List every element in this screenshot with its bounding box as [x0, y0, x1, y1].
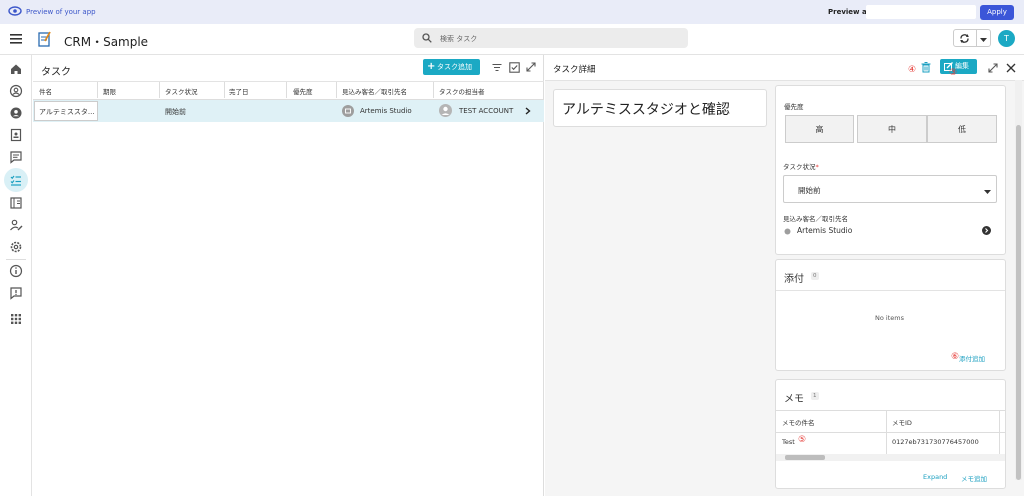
status-label: タスク状況* — [783, 163, 819, 171]
memo-column-subject[interactable]: メモの件名 — [782, 417, 815, 427]
column-header-subject[interactable]: 件名 — [39, 86, 52, 96]
account-value[interactable]: Artemis Studio — [797, 226, 852, 235]
user-edit-icon[interactable] — [8, 217, 24, 233]
sidebar — [0, 55, 32, 496]
preview-as-input[interactable] — [866, 5, 976, 19]
contact-card-icon[interactable] — [8, 127, 24, 143]
caret-down-icon — [980, 36, 987, 45]
sync-icon — [959, 33, 970, 46]
edit-label: 編集 — [955, 62, 969, 70]
row-account: Artemis Studio — [360, 107, 412, 115]
detail-title: タスク詳細 — [553, 65, 596, 75]
user-avatar[interactable]: T — [998, 30, 1015, 47]
attachments-card: 添付 0 No items ⑥ 添付追加 — [775, 259, 1006, 371]
eye-icon — [8, 5, 22, 19]
column-header-status[interactable]: タスク状況 — [165, 86, 198, 96]
column-header-priority[interactable]: 優先度 — [293, 86, 313, 96]
attachments-empty-text: No items — [875, 314, 904, 322]
checkbox-icon[interactable] — [509, 62, 520, 75]
memo-card: メモ 1 メモの件名 メモID Test ⑤ 0127eb73173077645… — [775, 379, 1006, 489]
app-header: CRM・Sample 検索 タスク T — [0, 24, 1024, 55]
task-list-panel: タスク + タスク追加 件名 期限 タスク状況 完了日 優先度 見込み客名／取引… — [33, 55, 544, 496]
memo-row-subject[interactable]: Test — [782, 438, 795, 446]
memo-title: メモ — [784, 394, 804, 405]
expand-icon[interactable] — [526, 62, 536, 74]
user-circle-icon[interactable] — [8, 83, 24, 99]
search-input[interactable]: 検索 タスク — [414, 28, 688, 48]
attachments-count-badge: 0 — [811, 272, 819, 280]
notepad-icon — [38, 31, 52, 49]
marker-3: ③ — [949, 68, 958, 78]
task-list-title: タスク — [41, 67, 71, 78]
priority-low-button[interactable]: 低 — [927, 115, 997, 143]
circle-arrow-right-icon[interactable] — [982, 226, 991, 237]
column-header-account[interactable]: 見込み客名／取引先名 — [342, 86, 407, 96]
status-value: 開始前 — [798, 186, 821, 195]
home-icon[interactable] — [8, 61, 24, 77]
task-list-icon[interactable] — [8, 172, 24, 188]
owner-avatar-icon — [439, 104, 452, 119]
add-memo-link[interactable]: メモ追加 — [961, 473, 987, 483]
expand-link[interactable]: Expand — [923, 473, 947, 481]
marker-5: ⑤ — [798, 435, 807, 445]
search-icon — [422, 33, 432, 45]
feedback-icon[interactable] — [8, 285, 24, 301]
task-name: アルテミススタジオと確認 — [562, 102, 730, 118]
app-title: CRM・Sample — [64, 35, 149, 49]
add-attachment-link[interactable]: 添付追加 — [959, 353, 985, 363]
plus-icon: + — [427, 61, 436, 72]
column-header-done-date[interactable]: 完了日 — [229, 86, 249, 96]
trash-icon[interactable] — [921, 62, 931, 75]
row-subject: アルテミススタ... — [39, 108, 95, 116]
chevron-right-icon[interactable] — [525, 107, 531, 117]
priority-high-button[interactable]: 高 — [785, 115, 854, 143]
row-owner: TEST ACCOUNT — [459, 107, 514, 115]
caret-down-icon — [984, 188, 991, 197]
close-icon[interactable] — [1006, 63, 1016, 75]
hamburger-menu-icon[interactable] — [10, 34, 22, 46]
apply-button[interactable]: Apply — [980, 5, 1014, 20]
column-header-owner[interactable]: タスクの担当者 — [439, 86, 485, 96]
task-name-card: アルテミススタジオと確認 — [553, 89, 767, 127]
preview-bar: Preview of your app Preview as: Apply — [0, 0, 1024, 24]
memo-count-badge: 1 — [811, 392, 819, 400]
status-select[interactable]: 開始前 — [783, 175, 997, 203]
account-avatar-icon — [342, 105, 354, 119]
memo-row-id: 0127eb731730776457000 — [892, 438, 979, 446]
add-task-button[interactable]: + タスク追加 — [423, 59, 480, 75]
edit-button[interactable]: 編集 — [940, 59, 977, 74]
attachments-title: 添付 — [784, 274, 804, 285]
account-dot-icon — [784, 228, 791, 237]
marker-4: ④ — [908, 65, 917, 75]
settings-gear-icon[interactable] — [8, 239, 24, 255]
detail-header: タスク詳細 ④ 編集 ③ — [545, 55, 1024, 81]
sync-dropdown[interactable] — [953, 29, 991, 47]
message-icon[interactable] — [8, 149, 24, 165]
filter-icon[interactable] — [492, 63, 502, 74]
task-detail-panel: タスク詳細 ④ 編集 ③ アルテミススタジオと確認 優先度 高 中 低 タスク状… — [545, 55, 1024, 496]
priority-medium-button[interactable]: 中 — [857, 115, 927, 143]
library-icon[interactable] — [8, 195, 24, 211]
memo-scroll-thumb[interactable] — [785, 455, 825, 460]
account-label: 見込み客名／取引先名 — [783, 215, 848, 223]
add-task-label: タスク追加 — [437, 63, 472, 71]
preview-text: Preview of your app — [26, 8, 96, 16]
priority-label: 優先度 — [784, 103, 804, 111]
row-status: 開始前 — [165, 108, 186, 116]
marker-6: ⑥ — [951, 352, 960, 362]
apps-grid-icon[interactable] — [8, 311, 24, 327]
info-icon[interactable] — [8, 263, 24, 279]
memo-column-id[interactable]: メモID — [892, 417, 912, 427]
search-placeholder: 検索 タスク — [440, 35, 478, 43]
column-header-due[interactable]: 期限 — [103, 86, 116, 96]
expand-detail-icon[interactable] — [988, 63, 998, 75]
account-circle-icon[interactable] — [8, 105, 24, 121]
detail-scroll-thumb[interactable] — [1016, 125, 1021, 480]
